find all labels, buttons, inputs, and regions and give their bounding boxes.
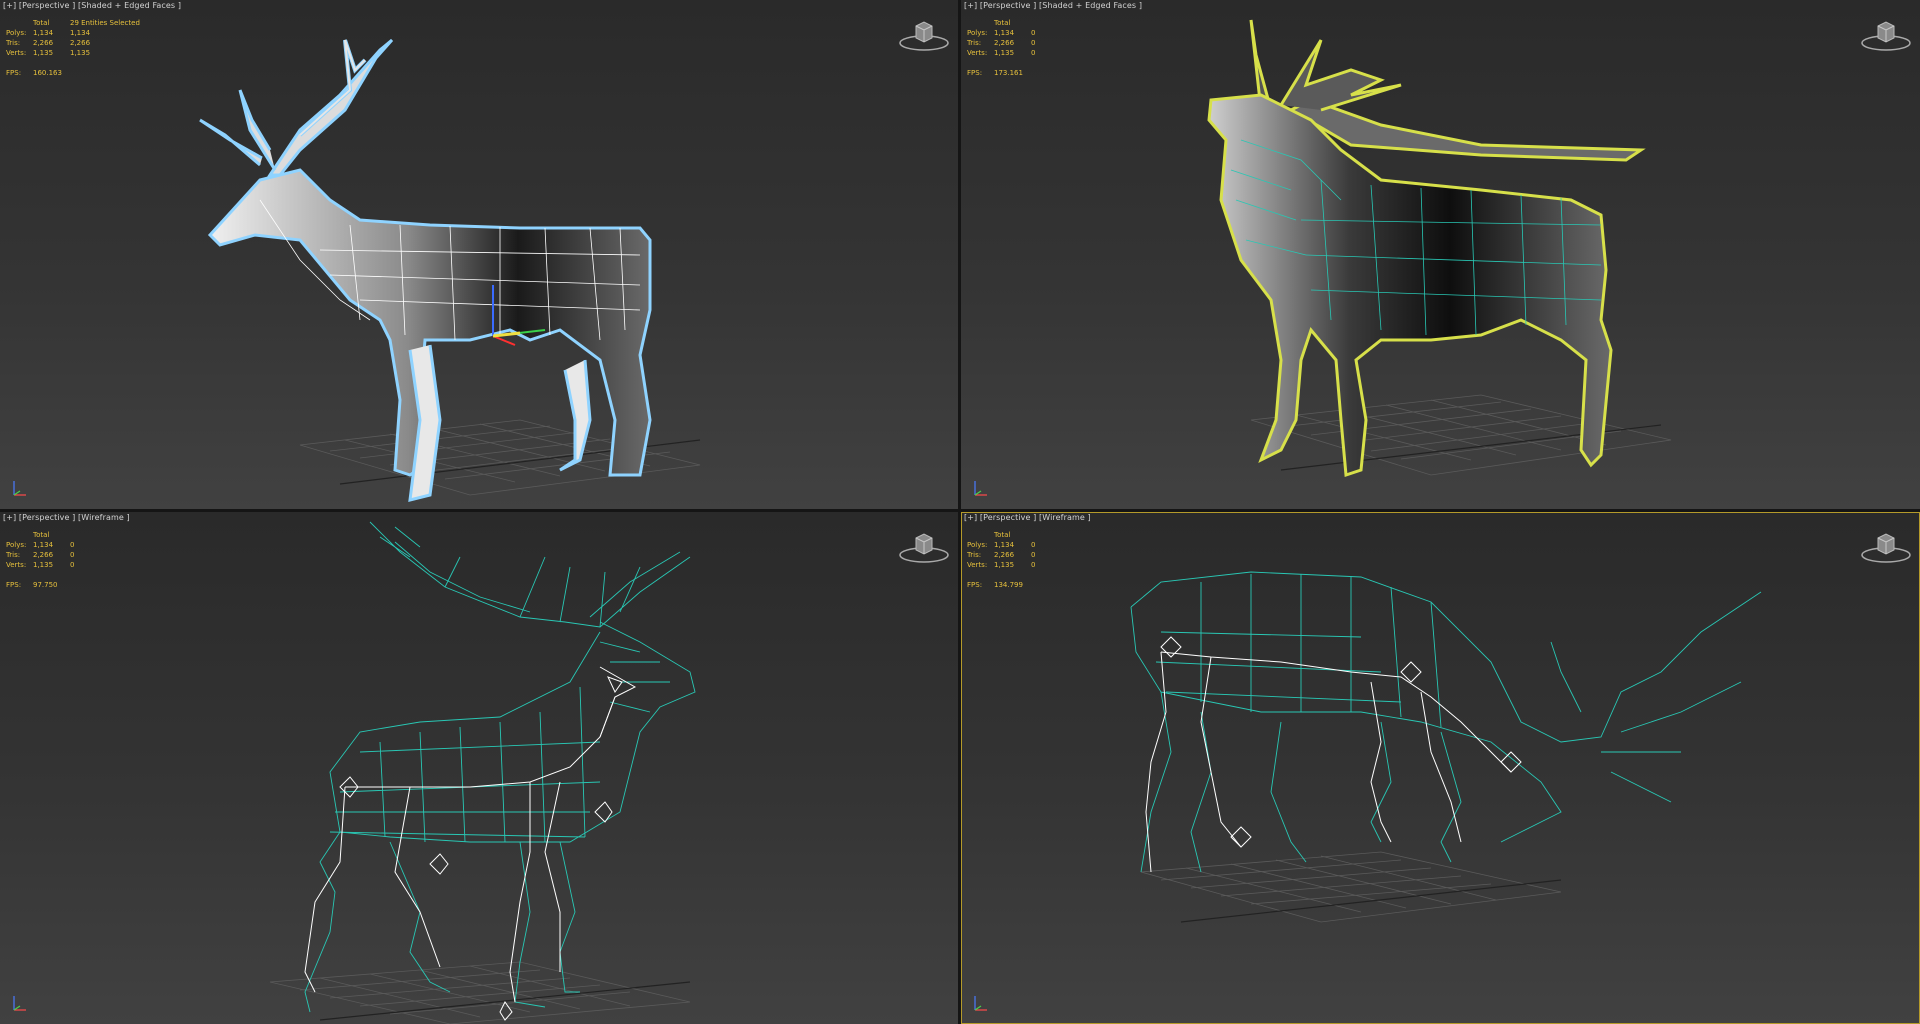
axis-tripod-icon bbox=[13, 996, 26, 1011]
viewport-label[interactable]: [+] [Perspective ] [Shaded + Edged Faces… bbox=[964, 1, 1142, 10]
ground-grid bbox=[1140, 851, 1562, 923]
viewport-top-right[interactable]: [+] [Perspective ] [Shaded + Edged Faces… bbox=[961, 0, 1920, 509]
ground-grid bbox=[269, 961, 691, 1024]
skeleton-bones bbox=[304, 666, 637, 1021]
deer-model[interactable] bbox=[304, 521, 696, 1013]
viewport-label[interactable]: [+] [Perspective ] [Shaded + Edged Faces… bbox=[3, 1, 181, 10]
viewport-bottom-right[interactable]: [+] [Perspective ] [Wireframe ] Total Po… bbox=[961, 512, 1920, 1024]
axis-tripod-icon bbox=[974, 996, 987, 1011]
viewcube-icon[interactable] bbox=[898, 530, 950, 566]
ground-grid bbox=[1250, 394, 1672, 476]
viewcube-icon[interactable] bbox=[1860, 18, 1912, 54]
axis-tripod-icon bbox=[974, 481, 987, 496]
viewport-bottom-left[interactable]: [+] [Perspective ] [Wireframe ] Total Po… bbox=[0, 512, 958, 1024]
viewport-label[interactable]: [+] [Perspective ] [Wireframe ] bbox=[3, 513, 130, 522]
statistics-overlay: Total Polys: 1,134 0 Tris: 2,266 0 Verts: 1,1… bbox=[6, 531, 75, 589]
viewport-splitter-vertical[interactable] bbox=[958, 0, 961, 1024]
deer-model[interactable] bbox=[1207, 19, 1646, 478]
viewport-label[interactable]: [+] [Perspective ] [Wireframe ] bbox=[964, 513, 1091, 522]
skeleton-bones bbox=[1145, 636, 1522, 873]
viewcube-icon[interactable] bbox=[898, 18, 950, 54]
axis-tripod-icon bbox=[13, 481, 26, 496]
statistics-overlay: Total Polys: 1,134 0 Tris: 2,266 0 Verts: 1,1… bbox=[967, 19, 1036, 77]
statistics-overlay: Total Polys: 1,134 0 Tris: 2,266 0 Verts: 1,1… bbox=[967, 531, 1036, 589]
viewcube-icon[interactable] bbox=[1860, 530, 1912, 566]
deer-model[interactable] bbox=[199, 38, 652, 502]
statistics-overlay: Total 29 Entities Selected Polys: 1,134 1,1… bbox=[6, 19, 140, 77]
viewport-splitter-horizontal[interactable] bbox=[0, 509, 1920, 512]
viewport-top-left[interactable]: [+] [Perspective ] [Shaded + Edged Faces… bbox=[0, 0, 958, 509]
